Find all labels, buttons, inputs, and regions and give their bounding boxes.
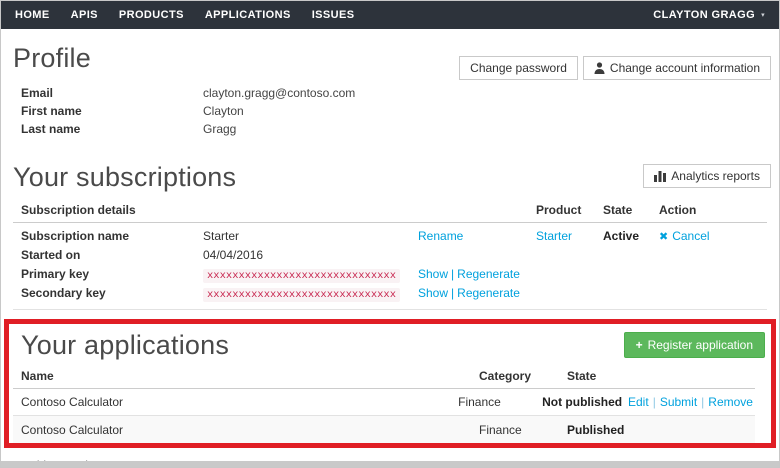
- primary-key-links: Show | Regenerate: [418, 267, 536, 281]
- nav-item-issues[interactable]: ISSUES: [312, 9, 355, 21]
- profile-action-buttons: Change password Change account informati…: [454, 56, 771, 80]
- app-name: Contoso Calculator: [21, 422, 124, 437]
- state-header: State: [603, 203, 633, 217]
- applications-highlight-box: Your applications + Register application …: [4, 319, 776, 448]
- secondary-key-links: Show | Regenerate: [418, 286, 536, 300]
- first-name-value: Clayton: [203, 104, 244, 118]
- profile-fields: Email clayton.gragg@contoso.com First na…: [13, 84, 767, 138]
- profile-field-first-name: First name Clayton: [13, 102, 767, 120]
- cancel-link[interactable]: Cancel: [672, 229, 709, 243]
- started-on-value: 04/04/2016: [203, 248, 264, 262]
- plus-icon: +: [635, 338, 643, 352]
- app-category: Finance: [479, 422, 522, 437]
- app-name: Contoso Calculator: [21, 395, 124, 409]
- subscriptions-table-header: Subscription details Product State Actio…: [13, 203, 767, 223]
- change-password-label: Change password: [470, 61, 567, 75]
- nav-item-apis[interactable]: APIS: [71, 9, 98, 21]
- analytics-reports-label: Analytics reports: [671, 169, 760, 183]
- application-row: Contoso Calculator Finance Not published…: [13, 389, 755, 416]
- application-row: Contoso Calculator Finance Published: [13, 416, 755, 443]
- subscription-details-header: Subscription details: [21, 203, 136, 217]
- primary-key-label: Primary key: [21, 267, 90, 281]
- subscriptions-table: Subscription details Product State Actio…: [13, 203, 767, 310]
- register-application-button[interactable]: + Register application: [623, 332, 765, 358]
- email-value: clayton.gragg@contoso.com: [203, 86, 356, 100]
- subscription-name-value: Starter: [203, 229, 240, 243]
- link-separator: |: [451, 267, 455, 281]
- action-header: Action: [659, 203, 697, 217]
- nav-item-home[interactable]: HOME: [15, 9, 50, 21]
- chevron-down-icon: ▾: [761, 12, 765, 19]
- app-state: Not published: [542, 395, 623, 409]
- name-header: Name: [21, 369, 54, 383]
- subscription-state-value: Active: [603, 229, 640, 243]
- first-name-label: First name: [21, 104, 82, 118]
- primary-key-value: xxxxxxxxxxxxxxxxxxxxxxxxxxxxxx: [203, 268, 401, 283]
- product-starter-link[interactable]: Starter: [536, 229, 572, 243]
- primary-key-regenerate-link[interactable]: Regenerate: [457, 267, 520, 281]
- rename-link[interactable]: Rename: [418, 229, 463, 243]
- category-header: Category: [479, 369, 532, 383]
- profile-field-email: Email clayton.gragg@contoso.com: [13, 84, 767, 102]
- cancel-x-icon[interactable]: ✖: [659, 231, 668, 243]
- remove-link[interactable]: Remove: [708, 395, 753, 409]
- app-category: Finance: [458, 395, 501, 409]
- started-on-row: Started on 04/04/2016: [13, 247, 767, 263]
- secondary-key-row: Secondary key xxxxxxxxxxxxxxxxxxxxxxxxxx…: [13, 285, 767, 302]
- last-name-value: Gragg: [203, 122, 237, 136]
- user-menu[interactable]: CLAYTON GRAGG ▾: [653, 9, 765, 21]
- subscription-name-label: Subscription name: [21, 229, 130, 243]
- submit-link[interactable]: Submit: [660, 395, 697, 409]
- nav-item-products[interactable]: PRODUCTS: [119, 9, 184, 21]
- primary-key-show-link[interactable]: Show: [418, 267, 448, 281]
- edit-link[interactable]: Edit: [628, 395, 649, 409]
- applications-header: Your applications + Register application: [13, 324, 765, 361]
- profile-field-last-name: Last name Gragg: [13, 120, 767, 138]
- secondary-key-show-link[interactable]: Show: [418, 286, 448, 300]
- change-password-button[interactable]: Change password: [459, 56, 578, 80]
- analytics-reports-button[interactable]: Analytics reports: [643, 164, 771, 188]
- primary-key-row: Primary key xxxxxxxxxxxxxxxxxxxxxxxxxxxx…: [13, 266, 767, 283]
- app-state: Published: [567, 422, 625, 437]
- app-actions: Edit | Submit | Remove: [628, 395, 755, 409]
- last-name-label: Last name: [21, 122, 81, 136]
- change-account-information-button[interactable]: Change account information: [582, 56, 771, 80]
- link-separator: |: [451, 286, 455, 300]
- person-icon: [594, 62, 605, 74]
- secondary-key-label: Secondary key: [21, 286, 106, 300]
- subscription-row-group: Subscription name Starter Rename Starter…: [13, 223, 767, 310]
- subscriptions-header: Your subscriptions Analytics reports: [13, 162, 771, 193]
- bottom-edge-strip: [1, 461, 779, 467]
- developer-portal-page: HOME APIS PRODUCTS APPLICATIONS ISSUES C…: [0, 0, 780, 468]
- top-navbar: HOME APIS PRODUCTS APPLICATIONS ISSUES C…: [1, 1, 779, 29]
- secondary-key-regenerate-link[interactable]: Regenerate: [457, 286, 520, 300]
- bar-chart-icon: [654, 171, 667, 182]
- main-content: Profile Change password Change account i…: [1, 43, 779, 467]
- user-name: CLAYTON GRAGG: [653, 9, 756, 21]
- link-separator: |: [701, 395, 705, 409]
- cancel-action: ✖ Cancel: [659, 229, 749, 243]
- secondary-key-value: xxxxxxxxxxxxxxxxxxxxxxxxxxxxxx: [203, 287, 401, 302]
- applications-table: Name Category State Contoso Calculator F…: [13, 369, 755, 443]
- email-label: Email: [21, 86, 54, 100]
- register-application-label: Register application: [647, 338, 753, 352]
- subscription-name-row: Subscription name Starter Rename Starter…: [13, 228, 767, 244]
- product-header: Product: [536, 203, 582, 217]
- link-separator: |: [652, 395, 656, 409]
- change-account-label: Change account information: [609, 61, 760, 75]
- started-on-label: Started on: [21, 248, 81, 262]
- nav-item-applications[interactable]: APPLICATIONS: [205, 9, 291, 21]
- app-state-header: State: [567, 369, 597, 383]
- applications-table-header: Name Category State: [13, 369, 755, 389]
